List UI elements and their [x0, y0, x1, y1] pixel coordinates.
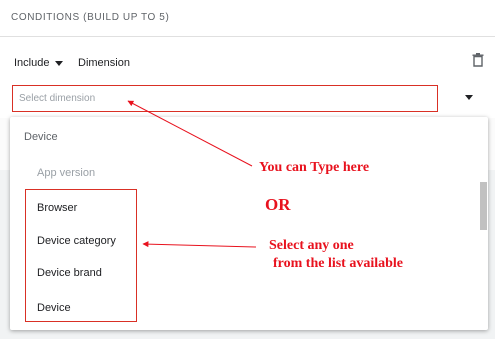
annotation-select-line2: from the list available — [273, 256, 404, 271]
annotation-arrows — [127, 100, 257, 248]
arrow-to-input — [127, 100, 253, 167]
annotation-type-here: You can Type here — [259, 160, 370, 175]
arrow-to-list — [142, 241, 257, 248]
annotation-or: OR — [265, 195, 291, 214]
annotation-select-line1: Select any one — [269, 238, 354, 253]
